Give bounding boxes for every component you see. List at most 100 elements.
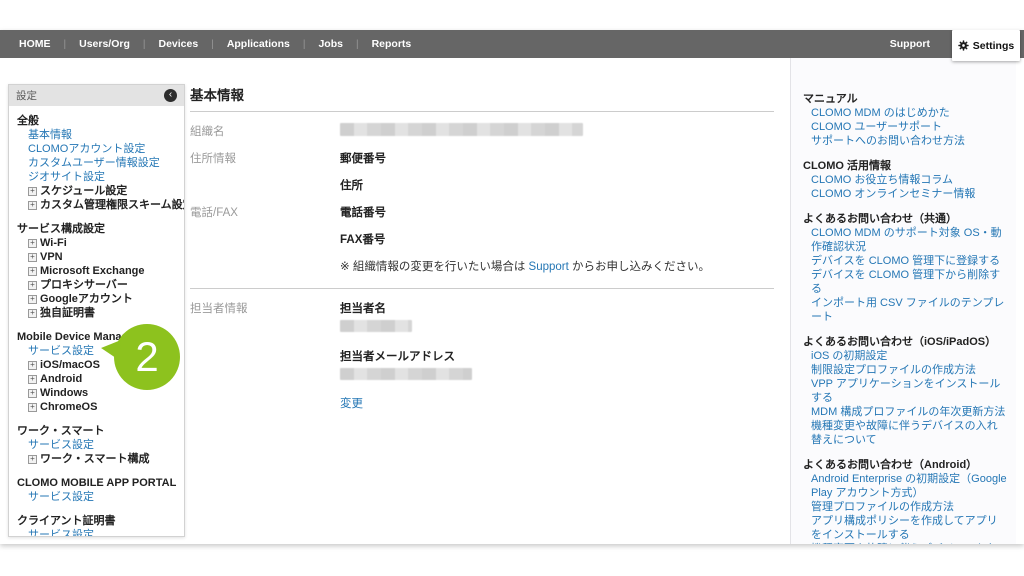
nav-item-applications[interactable]: Applications (227, 38, 290, 50)
sidebar-title: 設定 (16, 88, 37, 103)
expand-plus-icon[interactable]: + (28, 295, 37, 304)
sidebar-item[interactable]: CLOMOアカウント設定 (17, 142, 176, 156)
help-link[interactable]: CLOMO ユーザーサポート (803, 120, 1008, 134)
help-link[interactable]: CLOMO MDM のサポート対象 OS・動作確認状況 (803, 226, 1008, 254)
help-section: よくあるお問い合わせ（共通）CLOMO MDM のサポート対象 OS・動作確認状… (803, 212, 1008, 324)
help-link[interactable]: インポート用 CSV ファイルのテンプレート (803, 296, 1008, 324)
sidebar-tree: 全般基本情報CLOMOアカウント設定カスタムユーザー情報設定ジオサイト設定+スケ… (9, 106, 184, 537)
sidebar-item[interactable]: +スケジュール設定 (17, 184, 176, 198)
help-link[interactable]: アプリ構成ポリシーを作成してアプリをインストールする (803, 514, 1008, 542)
sidebar-item[interactable]: +ChromeOS (17, 400, 176, 414)
settings-sidebar: 設定 ‹ 全般基本情報CLOMOアカウント設定カスタムユーザー情報設定ジオサイト… (8, 84, 185, 537)
help-link[interactable]: 制限設定プロファイルの作成方法 (803, 363, 1008, 377)
sidebar-item[interactable]: +プロキシサーバー (17, 278, 176, 292)
sidebar-item-label: カスタム管理権限スキーム設定 (40, 199, 185, 211)
help-section-title: よくあるお問い合わせ（Android） (803, 458, 1008, 472)
nav-item-users-org[interactable]: Users/Org (79, 38, 130, 50)
sidebar-item-label: スケジュール設定 (40, 185, 127, 197)
sidebar-item-label: サービス設定 (28, 439, 94, 451)
expand-plus-icon[interactable]: + (28, 389, 37, 398)
expand-plus-icon[interactable]: + (28, 361, 37, 370)
help-link[interactable]: VPP アプリケーションをインストールする (803, 377, 1008, 405)
fax-label: FAX番号 (340, 231, 385, 247)
nav-separator: | (211, 39, 214, 50)
org-name-row: 組織名 (190, 123, 774, 139)
phone-row: 電話/FAX 電話番号 (190, 204, 774, 220)
expand-plus-icon[interactable]: + (28, 403, 37, 412)
contact-name-label: 担当者名 (340, 300, 472, 316)
help-link[interactable]: デバイスを CLOMO 管理下から削除する (803, 268, 1008, 296)
page-title: 基本情報 (190, 84, 774, 112)
sidebar-item[interactable]: サービス設定 (17, 490, 176, 504)
sidebar-item[interactable]: +カスタム管理権限スキーム設定 (17, 198, 176, 212)
help-section: よくあるお問い合わせ（Android）Android Enterprise の初… (803, 458, 1008, 544)
sidebar-item[interactable]: サービス設定 (17, 528, 176, 537)
expand-plus-icon[interactable]: + (28, 239, 37, 248)
help-link[interactable]: デバイスを CLOMO 管理下に登録する (803, 254, 1008, 268)
expand-plus-icon[interactable]: + (28, 187, 37, 196)
sidebar-item[interactable]: サービス設定 (17, 438, 176, 452)
nav-item-home[interactable]: HOME (19, 38, 51, 50)
help-link[interactable]: Android Enterprise の初期設定（Google Play アカウ… (803, 472, 1008, 500)
sidebar-item-label: 基本情報 (28, 129, 72, 141)
sidebar-section-title: クライアント証明書 (17, 514, 176, 528)
support-link[interactable]: Support (529, 261, 569, 273)
address-label: 住所情報 (190, 150, 340, 166)
contact-info-label: 担当者情報 (190, 300, 340, 412)
sidebar-header: 設定 ‹ (9, 85, 184, 106)
nav-item-jobs[interactable]: Jobs (318, 38, 343, 50)
help-section-title: よくあるお問い合わせ（iOS/iPadOS） (803, 335, 1008, 349)
change-link[interactable]: 変更 (340, 395, 363, 411)
nav-separator: | (303, 39, 306, 50)
help-link[interactable]: MDM 構成プロファイルの年次更新方法 (803, 405, 1008, 419)
help-section-title: よくあるお問い合わせ（共通） (803, 212, 1008, 226)
help-link[interactable]: CLOMO オンラインセミナー情報 (803, 187, 1008, 201)
sidebar-item[interactable]: +Microsoft Exchange (17, 264, 176, 278)
help-link[interactable]: iOS の初期設定 (803, 349, 1008, 363)
sidebar-item[interactable]: 基本情報 (17, 128, 176, 142)
sidebar-item[interactable]: +Wi-Fi (17, 236, 176, 250)
help-link[interactable]: CLOMO MDM のはじめかた (803, 106, 1008, 120)
contact-email-block: 担当者メールアドレス (340, 348, 472, 382)
sidebar-item[interactable]: +独自証明書 (17, 306, 176, 320)
expand-plus-icon[interactable]: + (28, 267, 37, 276)
sidebar-item[interactable]: ジオサイト設定 (17, 170, 176, 184)
sidebar-item[interactable]: +VPN (17, 250, 176, 264)
help-link[interactable]: CLOMO お役立ち情報コラム (803, 173, 1008, 187)
sidebar-item[interactable]: +Googleアカウント (17, 292, 176, 306)
chevron-left-icon[interactable]: ‹ (164, 89, 177, 102)
note-text-suffix: からお申し込みください。 (569, 261, 710, 273)
settings-tab-label: Settings (973, 40, 1014, 52)
nav-tab-settings[interactable]: Settings (952, 30, 1020, 61)
annotation-step-badge: 2 (114, 324, 180, 390)
sidebar-section: CLOMO MOBILE APP PORTALサービス設定 (17, 476, 176, 504)
help-link[interactable]: 管理プロファイルの作成方法 (803, 500, 1008, 514)
address-row: 住所情報 郵便番号 (190, 150, 774, 166)
help-link[interactable]: 機種変更や故障に伴うデバイスの入れ替えについて (803, 542, 1008, 544)
sidebar-item[interactable]: +ワーク・スマート構成 (17, 452, 176, 466)
sidebar-item-label: 独自証明書 (40, 307, 95, 319)
sidebar-item-label: ジオサイト設定 (28, 171, 105, 183)
help-link[interactable]: 機種変更や故障に伴うデバイスの入れ替えについて (803, 419, 1008, 447)
expand-plus-icon[interactable]: + (28, 253, 37, 262)
expand-plus-icon[interactable]: + (28, 281, 37, 290)
nav-item-reports[interactable]: Reports (372, 38, 412, 50)
help-link[interactable]: サポートへのお問い合わせ方法 (803, 134, 1008, 148)
help-section-title: CLOMO 活用情報 (803, 159, 1008, 173)
postal-code-label: 郵便番号 (340, 150, 386, 166)
expand-plus-icon[interactable]: + (28, 455, 37, 464)
main-content: 基本情報 組織名 住所情報 郵便番号 住所 電話/FAX 電話番号 FAX番号 … (190, 84, 774, 412)
sidebar-item-label: VPN (40, 251, 63, 263)
sidebar-item-label: カスタムユーザー情報設定 (28, 157, 160, 169)
nav-item-support[interactable]: Support (890, 30, 930, 58)
expand-plus-icon[interactable]: + (28, 375, 37, 384)
sidebar-item[interactable]: カスタムユーザー情報設定 (17, 156, 176, 170)
nav-separator: | (64, 39, 67, 50)
sidebar-section-title: サービス構成設定 (17, 222, 176, 236)
sidebar-item-label: Microsoft Exchange (40, 265, 145, 277)
nav-item-devices[interactable]: Devices (159, 38, 199, 50)
expand-plus-icon[interactable]: + (28, 309, 37, 318)
contact-email-label: 担当者メールアドレス (340, 348, 472, 364)
expand-plus-icon[interactable]: + (28, 201, 37, 210)
sidebar-item-label: サービス設定 (28, 491, 94, 503)
